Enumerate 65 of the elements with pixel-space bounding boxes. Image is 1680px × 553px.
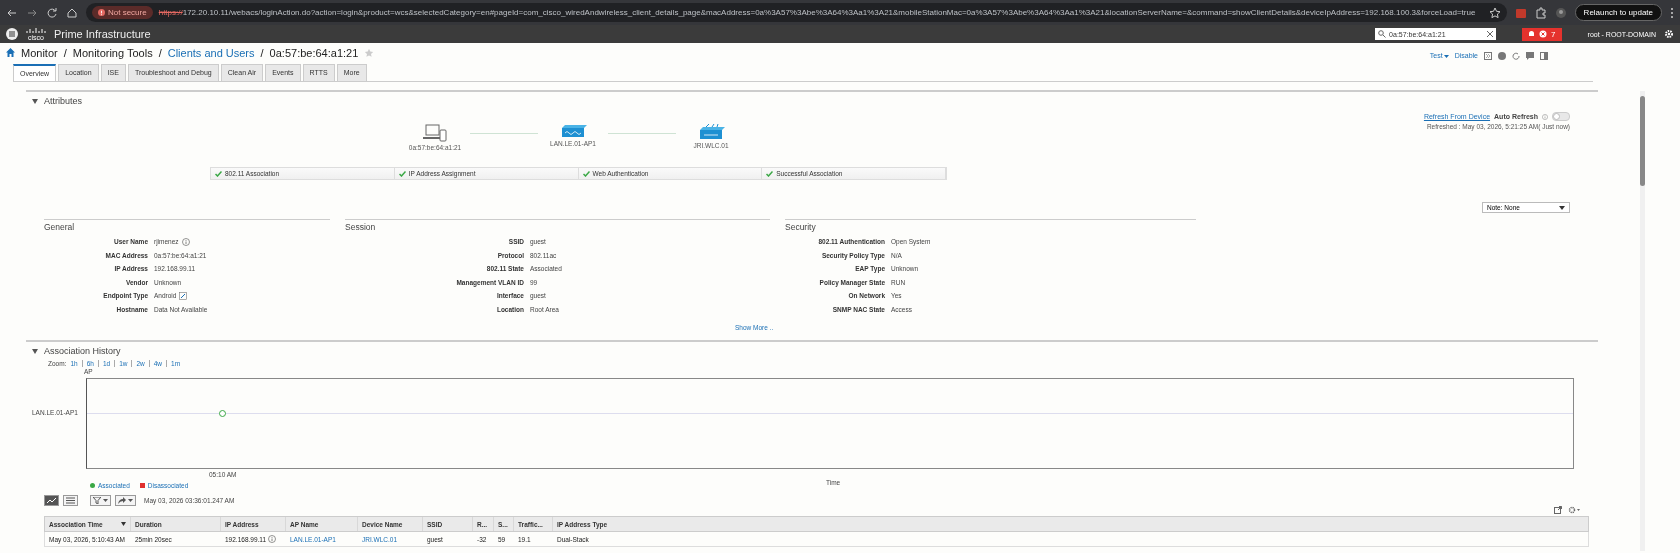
star-icon[interactable] (364, 47, 375, 58)
breadcrumb-item: 0a:57:be:64:a1:21 (269, 46, 359, 59)
menu-icon[interactable] (6, 28, 18, 40)
section-title[interactable]: Association History (44, 346, 121, 356)
error-icon (1539, 30, 1548, 38)
controller-icon (697, 124, 725, 140)
collapse-icon[interactable] (32, 348, 38, 354)
panel-icon[interactable] (1540, 51, 1548, 60)
breadcrumb-separator: / (158, 46, 162, 59)
access-point-icon (559, 124, 587, 138)
search-icon (1378, 30, 1387, 38)
list-view-button[interactable] (63, 495, 78, 506)
caret-icon (103, 499, 108, 502)
line-chart-icon (47, 497, 56, 504)
home-icon[interactable] (6, 48, 15, 57)
export-button[interactable] (115, 495, 136, 506)
address-bar[interactable] (86, 3, 1507, 22)
more-icon[interactable] (1670, 6, 1674, 19)
list-icon (66, 497, 75, 504)
share-arrow-icon (118, 497, 126, 504)
section-heading: Session (345, 222, 377, 232)
breadcrumb-separator: / (63, 46, 67, 59)
connector-line (608, 133, 676, 134)
caret-icon (128, 499, 133, 502)
section-title[interactable]: Attributes (44, 96, 83, 106)
warning-icon (98, 9, 105, 16)
refresh-icon[interactable] (1512, 51, 1520, 60)
data-point (219, 410, 226, 417)
scrollbar[interactable] (1640, 91, 1645, 551)
caret-icon (1443, 55, 1449, 58)
breadcrumb-separator: / (260, 46, 264, 59)
filter-button[interactable] (90, 495, 111, 506)
chart-view-button[interactable] (44, 495, 59, 506)
breadcrumb-item: Monitor (21, 46, 58, 59)
product-title: Prime Infrastructure (54, 28, 151, 40)
home-icon[interactable] (66, 6, 78, 19)
breadcrumb-link[interactable]: Clients and Users (167, 46, 255, 59)
filter-icon (93, 497, 101, 504)
bell-icon (1528, 30, 1536, 38)
url-text: https://172.20.10.11/webacs/loginAction.do?action=login&product=wcs&selectedCategory=en#pageId=com_cisco_wiredAndwireless_client_details_page&macAddress=0a%3A57%3Abe%3A64%3Aa1%3A21&mobileStationMac=0a%3A57%3Abe%3A64%3Aa1%3A21&locationServerName=&command=showClientDetails&deviceIpAddress=192.168.100.3&forceLoad=true (158, 8, 1476, 17)
sort-icon[interactable] (121, 522, 126, 526)
puzzle-icon[interactable] (1534, 6, 1547, 19)
caret-icon (1559, 205, 1565, 210)
laptop-phone-icon (423, 124, 447, 142)
reload-icon[interactable] (46, 6, 58, 19)
profile-icon[interactable] (1554, 6, 1567, 19)
clear-icon[interactable] (1487, 31, 1494, 37)
breadcrumb-item: Monitoring Tools (72, 46, 153, 59)
star-icon[interactable] (1488, 6, 1501, 19)
relaunch-button[interactable]: Relaunch to update (1574, 4, 1662, 21)
export-icon[interactable] (1554, 506, 1562, 514)
edit-icon[interactable] (179, 291, 188, 300)
collapse-icon[interactable] (32, 98, 38, 104)
auto-refresh-toggle[interactable] (1552, 112, 1570, 121)
alarm-button[interactable]: 7 (1522, 27, 1562, 41)
expand-icon[interactable] (1484, 51, 1492, 60)
section-heading: General (44, 222, 76, 232)
not-secure-badge[interactable]: Not secure (92, 6, 153, 19)
logo-bars-icon (26, 27, 46, 34)
chat-icon[interactable] (1526, 51, 1534, 60)
not-secure-label: Not secure (108, 8, 147, 17)
settings-icon[interactable] (1664, 29, 1674, 39)
section-heading: Security (785, 222, 817, 232)
help-icon[interactable] (1498, 51, 1506, 60)
connector-line (470, 133, 538, 134)
